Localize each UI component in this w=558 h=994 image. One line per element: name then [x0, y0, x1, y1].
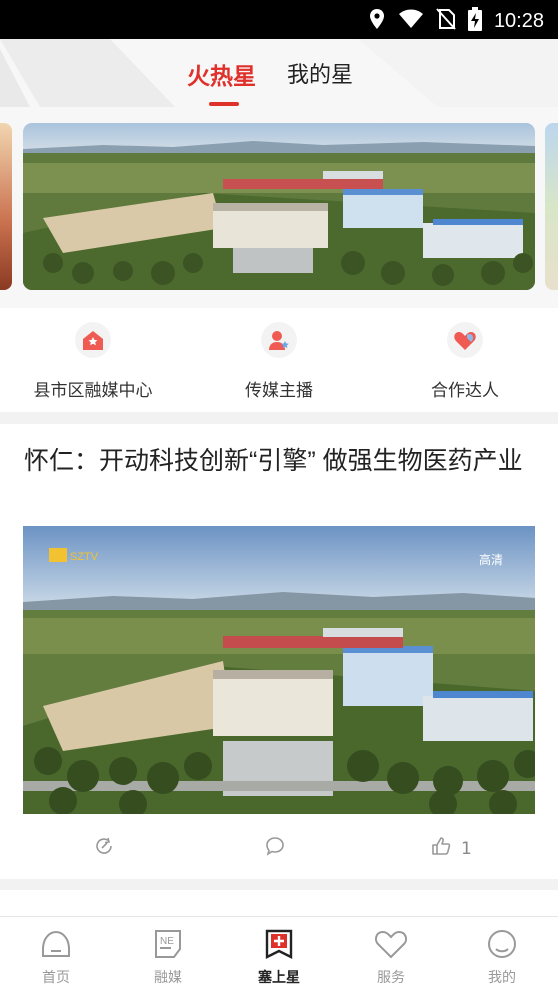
nav-label: 我的	[488, 969, 516, 985]
image-watermark-left: SZTV	[70, 551, 99, 563]
battery-charging-icon	[467, 7, 482, 35]
status-time: 10:28	[493, 9, 544, 32]
svg-text:NE: NE	[160, 936, 174, 947]
profile-icon	[485, 930, 519, 963]
status-bar: 10:28	[0, 0, 558, 39]
anchor-icon	[261, 322, 297, 358]
home-icon	[39, 930, 73, 963]
tab-hot-star[interactable]: 火热星	[187, 57, 256, 91]
location-icon	[368, 8, 386, 34]
nav-home[interactable]: 首页	[0, 929, 112, 987]
no-sim-icon	[436, 8, 456, 34]
banner-image[interactable]	[23, 123, 535, 290]
article-card[interactable]: 怀仁：开动科技创新“引擎” 做强生物医药产业 SZTV 高清 1	[0, 424, 558, 879]
share-button[interactable]	[94, 836, 114, 861]
news-icon: NE	[151, 930, 185, 963]
share-icon	[94, 836, 114, 861]
category-partner[interactable]: 合作达人	[372, 322, 558, 401]
category-anchor[interactable]: 传媒主播	[186, 322, 372, 401]
partner-heart-icon	[447, 322, 483, 358]
tab-my-star[interactable]: 我的星	[287, 57, 353, 89]
category-label: 传媒主播	[245, 381, 313, 400]
top-tab-header: 火热星 我的星	[0, 39, 558, 107]
nav-profile[interactable]: 我的	[446, 929, 558, 987]
heart-service-icon	[374, 930, 408, 963]
article-image[interactable]: SZTV 高清	[23, 526, 535, 814]
comment-button[interactable]	[265, 836, 285, 861]
article-actions: 1	[0, 828, 558, 864]
category-label: 合作达人	[431, 381, 499, 400]
like-count: 1	[461, 838, 472, 859]
active-tab-indicator	[209, 102, 239, 106]
star-bookmark-icon	[262, 929, 296, 963]
media-center-icon	[75, 322, 111, 358]
category-label: 县市区融媒中心	[33, 381, 153, 400]
banner-carousel[interactable]	[0, 107, 558, 308]
nav-saishangxing[interactable]: 塞上星	[223, 929, 335, 987]
nav-services[interactable]: 服务	[335, 929, 447, 987]
bottom-navigation: 首页 NE 融媒 塞上星 服务 我的	[0, 916, 558, 994]
like-button[interactable]: 1	[431, 836, 472, 861]
category-media-center[interactable]: 县市区融媒中心	[0, 322, 186, 401]
nav-label: 融媒	[154, 969, 182, 985]
nav-media[interactable]: NE 融媒	[112, 929, 224, 987]
article-title[interactable]: 怀仁：开动科技创新“引擎” 做强生物医药产业	[24, 446, 534, 477]
banner-next-preview[interactable]	[545, 123, 558, 290]
category-shortcuts: 县市区融媒中心 传媒主播 合作达人	[0, 308, 558, 412]
next-card-edge	[0, 890, 558, 916]
image-watermark-right: 高清	[479, 552, 503, 567]
nav-label: 服务	[377, 969, 405, 985]
header-decoration-left	[0, 39, 175, 107]
comment-icon	[265, 836, 285, 861]
nav-label: 塞上星	[258, 969, 300, 985]
thumbs-up-icon	[431, 836, 451, 861]
banner-prev-preview[interactable]	[0, 123, 12, 290]
nav-label: 首页	[42, 969, 70, 985]
wifi-icon	[398, 9, 424, 33]
